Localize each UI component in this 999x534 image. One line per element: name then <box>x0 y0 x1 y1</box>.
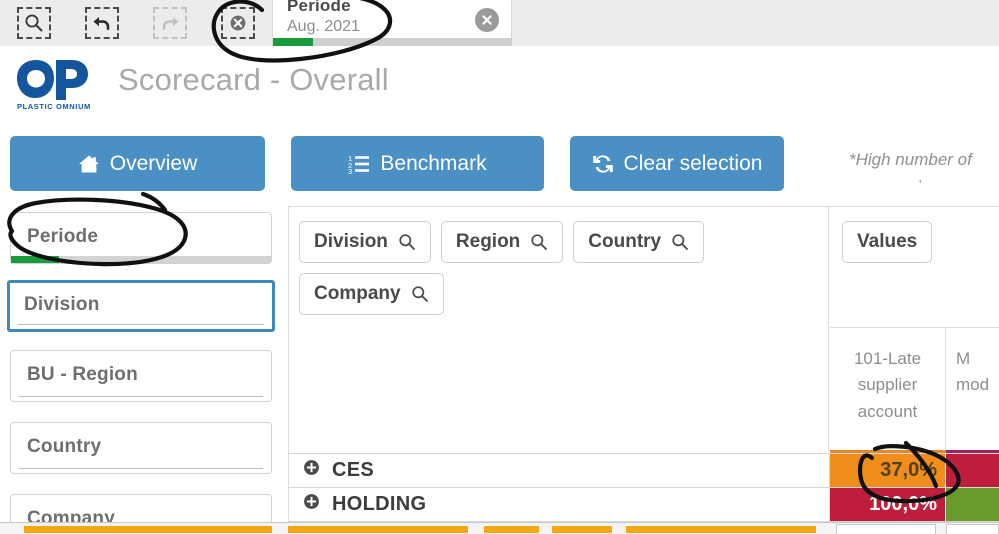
dimension-chip-label: Division <box>314 231 388 252</box>
table-row[interactable]: CES 37,0% <box>289 453 999 487</box>
selection-chip-close-button[interactable] <box>475 8 499 32</box>
search-icon[interactable] <box>530 233 548 251</box>
dimension-chip-label: Country <box>588 231 662 252</box>
selection-chip-value: Aug. 2021 <box>287 18 360 35</box>
clear-selection-button[interactable]: Clear selection <box>570 136 784 191</box>
bottom-segment <box>288 526 468 533</box>
bottom-box <box>836 524 936 534</box>
sidebar-item-divider <box>18 324 264 325</box>
dimension-chip-country[interactable]: Country <box>573 221 705 263</box>
overview-button[interactable]: Overview <box>10 136 265 191</box>
redo-button[interactable] <box>136 0 204 46</box>
measure-cell[interactable] <box>946 454 999 487</box>
bottom-segment <box>552 526 612 533</box>
sidebar-item-divider <box>19 468 263 469</box>
clear-selections-icon <box>228 13 248 33</box>
measure-header-101-late-supplier-account[interactable]: 101-Late supplier account <box>830 328 946 453</box>
row-label-cell[interactable]: CES <box>289 454 830 487</box>
benchmark-button[interactable]: 1 2 3 Benchmark <box>291 136 544 191</box>
selection-chip-field: Periode <box>287 0 351 15</box>
sidebar-item-division[interactable]: Division <box>7 280 275 332</box>
selection-state-fill <box>273 38 313 46</box>
sidebar-item-label: Country <box>27 436 102 457</box>
sidebar-item-label: BU - Region <box>27 364 138 385</box>
footnote-tick: ' <box>919 177 922 192</box>
values-chip-label: Values <box>857 231 918 252</box>
top-toolbar: Periode Aug. 2021 <box>0 0 999 46</box>
home-icon <box>78 154 100 174</box>
dimension-chip-region[interactable]: Region <box>440 221 564 263</box>
dimension-chip-area: Division Region Country Company <box>289 207 829 452</box>
logo-wordmark: PLASTIC OMNIUM <box>17 102 91 111</box>
redo-icon <box>159 13 181 33</box>
bottom-box <box>946 524 999 534</box>
search-focus-ring <box>17 7 51 39</box>
measure-header-row: 101-Late supplier account M mod <box>830 327 999 453</box>
close-icon <box>480 13 494 27</box>
values-chip-area: Values <box>830 207 999 326</box>
clear-selection-button-label: Clear selection <box>623 151 763 175</box>
benchmark-button-label: Benchmark <box>380 151 487 175</box>
bottom-segment <box>626 526 816 533</box>
clear-selections-focus-ring <box>221 7 255 39</box>
sidebar-item-label: Periode <box>27 226 99 247</box>
measure-cell[interactable]: 100,0% <box>830 488 946 521</box>
overview-button-label: Overview <box>109 151 198 175</box>
sidebar-item-bu-region[interactable]: BU - Region <box>10 350 272 402</box>
dimension-chip-label: Company <box>314 283 401 304</box>
selection-state-bar <box>273 38 513 46</box>
qlik-scorecard-app: Periode Aug. 2021 PLASTIC OMNIUM Scoreca… <box>0 0 999 534</box>
expand-plus-icon[interactable] <box>303 493 320 516</box>
svg-text:3: 3 <box>348 167 352 174</box>
search-icon <box>24 13 44 33</box>
action-button-bar: Overview 1 2 3 Benchmark Clear selection <box>10 136 784 191</box>
page-title: Scorecard - Overall <box>118 62 389 97</box>
dimension-sidebar: Periode Division BU - Region Country Com… <box>0 206 282 534</box>
sidebar-item-divider <box>19 396 263 397</box>
footnote-text: *High number of <box>849 150 972 169</box>
pivot-row-list: CES 37,0% HOLDING 100,0% <box>289 453 999 521</box>
pivot-table-panel: Division Region Country Company Values 1… <box>288 206 999 534</box>
sidebar-item-state-bar <box>11 256 271 263</box>
measure-cell[interactable]: 37,0% <box>830 454 946 487</box>
sidebar-item-periode[interactable]: Periode <box>10 212 272 264</box>
toolbar-icon-group <box>0 0 272 46</box>
sidebar-item-country[interactable]: Country <box>10 422 272 474</box>
clear-selections-button[interactable] <box>204 0 272 46</box>
toolbar-empty-area <box>512 0 999 46</box>
search-icon[interactable] <box>671 233 689 251</box>
expand-plus-icon[interactable] <box>303 459 320 482</box>
sidebar-item-state-fill <box>11 256 59 263</box>
sidebar-item-label: Division <box>24 294 100 315</box>
undo-button[interactable] <box>68 0 136 46</box>
undo-icon <box>91 13 113 33</box>
dimension-chip-list: Division Region Country Company <box>299 221 819 315</box>
bottom-segment <box>484 526 539 533</box>
dimension-chip-label: Region <box>455 231 521 252</box>
op-logo-icon <box>16 58 94 107</box>
bottom-background-strip <box>0 522 999 534</box>
search-button[interactable] <box>0 0 68 46</box>
values-chip[interactable]: Values <box>842 221 933 263</box>
refresh-icon <box>592 154 614 174</box>
search-icon[interactable] <box>398 233 416 251</box>
dimension-chip-company[interactable]: Company <box>299 273 444 315</box>
measure-header-secondary[interactable]: M mod <box>946 328 999 453</box>
undo-focus-ring <box>85 7 119 39</box>
row-label-text: HOLDING <box>332 493 427 515</box>
row-label-text: CES <box>332 459 375 481</box>
plastic-omnium-logo: PLASTIC OMNIUM <box>16 58 94 114</box>
row-label-cell[interactable]: HOLDING <box>289 488 830 521</box>
dimension-chip-division[interactable]: Division <box>299 221 431 263</box>
search-icon[interactable] <box>411 285 429 303</box>
table-row[interactable]: HOLDING 100,0% <box>289 487 999 521</box>
redo-focus-ring <box>153 7 187 39</box>
app-header: PLASTIC OMNIUM Scorecard - Overall <box>0 46 999 128</box>
ordered-list-icon: 1 2 3 <box>348 154 370 174</box>
bottom-segment <box>24 526 272 533</box>
selection-chip-periode[interactable]: Periode Aug. 2021 <box>272 0 513 46</box>
measure-cell[interactable] <box>946 488 999 521</box>
